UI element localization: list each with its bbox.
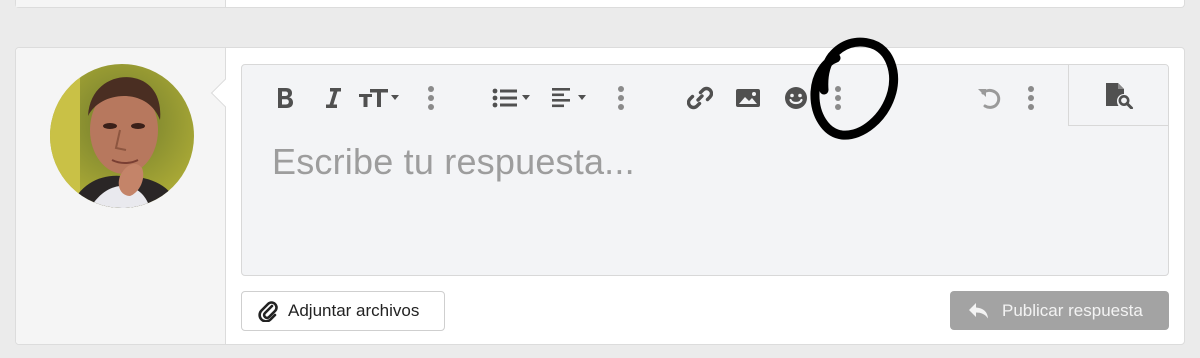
undo-icon [978,88,1001,109]
message-editor[interactable]: Escribe tu respuesta... [241,64,1169,276]
link-icon [687,86,713,110]
italic-icon [326,88,341,108]
bold-icon [278,88,293,108]
reply-icon [969,302,988,318]
quick-reply-block: Escribe tu respuesta... Adjuntar archivo… [15,47,1185,345]
preview-button[interactable] [1068,65,1168,126]
align-button[interactable] [550,85,596,111]
post-reply-button[interactable]: Publicar respuesta [950,291,1169,330]
smiley-icon [785,87,807,109]
list-icon [492,88,530,108]
attach-files-label: Adjuntar archivos [288,301,420,320]
more-insert-button[interactable] [829,83,847,113]
post-reply-label: Publicar respuesta [1002,300,1143,320]
previous-post-sidebar [16,0,226,7]
avatar[interactable] [50,64,194,208]
link-button[interactable] [687,85,713,111]
image-icon [736,89,760,107]
bold-button[interactable] [272,85,298,111]
text-size-icon [359,89,399,107]
more-vertical-icon [618,86,624,110]
image-button[interactable] [734,85,762,111]
more-vertical-icon [428,86,434,110]
text-size-button[interactable] [357,85,405,111]
more-misc-button[interactable] [1022,83,1040,113]
user-column [16,48,226,344]
align-left-icon [552,88,586,108]
list-button[interactable] [491,85,537,111]
italic-button[interactable] [320,85,346,111]
previous-post-block [15,0,1185,8]
undo-button[interactable] [975,85,1003,111]
more-paragraph-button[interactable] [612,83,630,113]
more-vertical-icon [1028,86,1034,110]
emoji-button[interactable] [783,85,809,111]
more-text-button[interactable] [422,83,440,113]
paperclip-icon [258,301,278,322]
more-vertical-icon [835,86,841,110]
message-input[interactable]: Escribe tu respuesta... [272,141,635,183]
preview-icon [1106,82,1133,109]
attach-files-button[interactable]: Adjuntar archivos [241,291,445,331]
